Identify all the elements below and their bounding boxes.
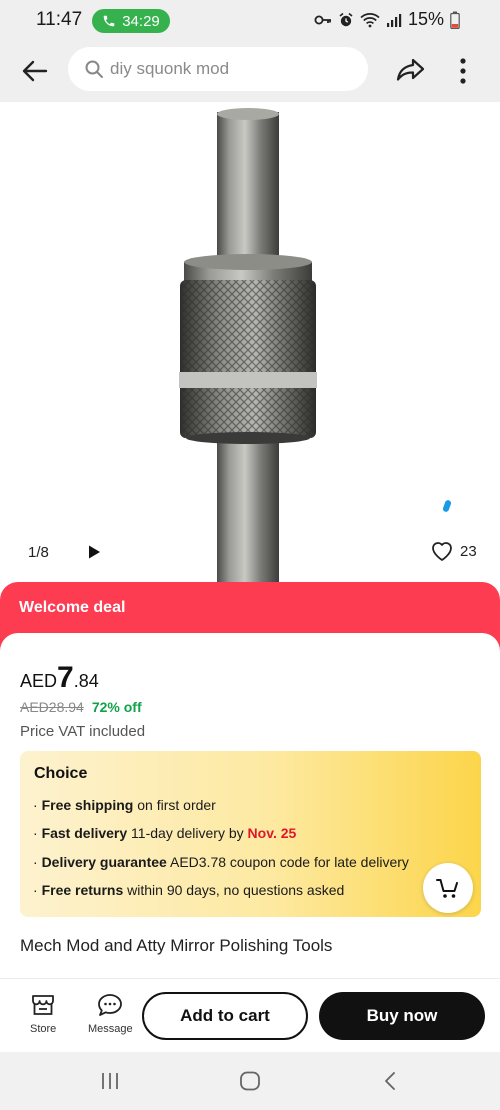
product-title: Mech Mod and Atty Mirror Polishing Tools [20,936,333,955]
benefit-fast-delivery: · Fast delivery 11-day delivery by Nov. … [33,825,297,841]
benefit-text: AED3.78 coupon code for late delivery [166,854,409,870]
benefit-label: Free shipping [41,797,134,813]
recent-apps-icon[interactable] [100,1072,120,1090]
share-icon [396,58,425,81]
buy-now-button[interactable]: Buy now [319,992,485,1040]
back-button[interactable] [18,54,52,88]
phone-icon [103,15,115,27]
price-decimal: .84 [73,671,99,691]
status-icons: 15% [314,9,460,30]
image-counter: 1/8 [28,544,49,561]
play-video-button[interactable] [86,544,102,560]
benefit-free-shipping: · Free shipping on first order [33,797,216,813]
signal-icon [386,13,402,27]
heart-icon [432,542,452,561]
add-to-cart-button[interactable]: Add to cart [142,992,308,1040]
benefit-label: Fast delivery [41,825,128,841]
alarm-icon [339,12,353,26]
store-button[interactable]: Store [30,993,56,1035]
floating-cart-button[interactable] [423,863,473,913]
key-icon [314,15,331,24]
product-image-gallery[interactable]: 1/8 23 [0,102,500,582]
vat-note: Price VAT included [20,723,146,740]
delivery-date: Nov. 25 [247,825,297,841]
store-label: Store [30,1023,57,1035]
choice-title: Choice [34,765,88,782]
message-label: Message [88,1023,133,1035]
benefit-delivery-guarantee: · Delivery guarantee AED3.78 coupon code… [33,854,409,870]
like-count: 23 [460,542,477,560]
store-icon [32,995,55,1015]
back-arrow-icon [22,60,48,82]
cart-icon [436,879,458,898]
price-integer: 7 [57,661,74,694]
deal-title: Welcome deal [19,599,126,616]
bottom-action-bar: Store Message Add to cart Buy now [0,978,500,1052]
search-icon [85,60,103,78]
original-price: AED28.94 [20,699,84,715]
play-icon [89,545,100,559]
message-button[interactable]: Message [88,993,133,1035]
call-timer: 34:29 [122,12,160,30]
call-timer-pill[interactable]: 34:29 [92,9,170,33]
product-photo [179,108,317,582]
battery-icon [450,11,460,29]
message-icon [98,994,123,1016]
product-info-card: AED 7 .84 AED28.94 72% off Price VAT inc… [0,633,500,978]
discount-badge: 72% off [91,699,142,715]
top-nav: diy squonk mod [0,42,500,102]
benefit-label: Free returns [41,882,124,898]
share-button[interactable] [392,54,428,88]
status-bar: 11:47 34:29 15% [0,0,500,42]
price: AED 7 .84 [20,661,99,695]
wifi-icon [360,12,380,27]
search-input[interactable]: diy squonk mod [68,47,368,91]
price-currency: AED [20,671,58,691]
status-time: 11:47 [36,9,83,30]
system-navigation-bar [0,1052,500,1110]
benefit-text: on first order [133,797,216,813]
more-options-button[interactable] [452,54,474,88]
choice-benefits[interactable]: Choice · Free shipping on first order · … [20,751,481,917]
benefit-text: within 90 days, no questions asked [123,882,345,898]
more-vertical-icon [460,58,466,84]
benefit-free-returns: · Free returns within 90 days, no questi… [33,882,345,898]
benefit-label: Delivery guarantee [41,854,167,870]
benefit-text: 11-day delivery by [127,825,248,841]
back-nav-icon[interactable] [382,1071,398,1091]
search-text: diy squonk mod [110,59,230,78]
wishlist-button[interactable]: 23 [430,540,477,562]
original-price-row: AED28.94 72% off [20,699,142,715]
home-icon[interactable] [239,1071,261,1091]
battery-percent: 15% [407,9,444,29]
